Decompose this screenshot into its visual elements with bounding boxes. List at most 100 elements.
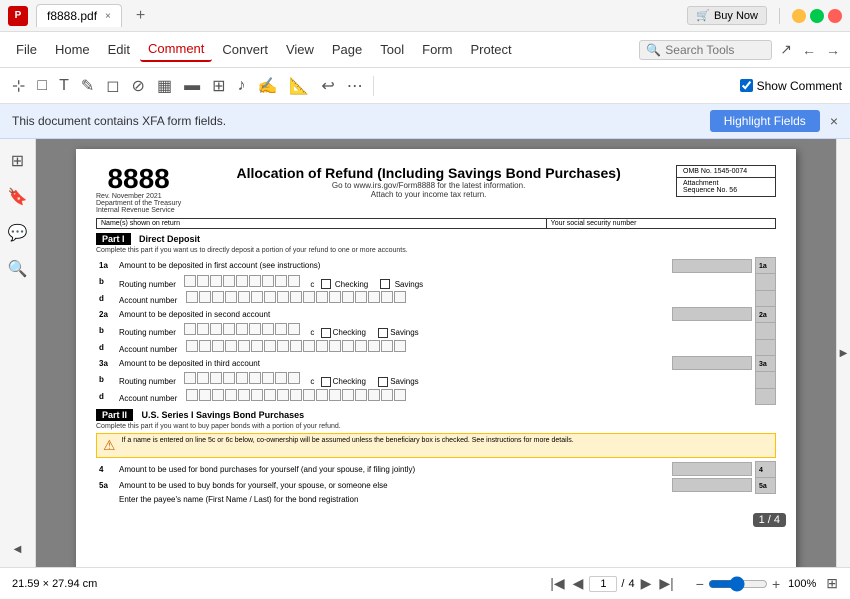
menu-tool[interactable]: Tool [372,38,412,61]
row-1b: b Routing number c Checking [96,274,776,291]
zoom-out-button[interactable]: − [696,576,704,592]
highlight-fields-button[interactable]: Highlight Fields [710,110,820,132]
bookmarks-icon[interactable]: 🔖 [4,183,32,211]
text-icon[interactable]: T [55,75,73,97]
right-panel: ▶ [836,139,850,567]
part2-desc: Complete this part if you want to buy pa… [96,423,776,430]
pdf-page: 8888 Rev. November 2021 Department of th… [76,149,796,567]
doc-size: 21.59 × 27.94 cm [12,578,97,590]
stamp-icon[interactable]: □ [33,75,51,97]
zoom-in-button[interactable]: + [772,576,780,592]
window-close-button[interactable] [828,9,842,23]
menu-protect[interactable]: Protect [462,38,519,61]
part2-header-row: Part II U.S. Series I Savings Bond Purch… [96,409,776,421]
account-label: Account number [119,296,177,305]
account-boxes [186,291,406,303]
erase-icon[interactable]: ⊘ [128,74,149,98]
row-3b: b Routing number c Checking Savings [96,371,776,388]
part1-desc: Complete this part if you want us to dir… [96,247,776,254]
external-link-icon[interactable]: ↗ [778,39,794,60]
menu-view[interactable]: View [278,38,322,61]
checking-checkbox[interactable] [321,279,331,289]
zoom-control: − + 100% ⊞ [696,575,838,592]
shape-icon[interactable]: ◻ [102,74,123,98]
reply-icon[interactable]: ↩ [317,74,338,98]
menu-form[interactable]: Form [414,38,460,61]
note-icon[interactable]: ▬ [180,75,204,97]
label-1a: 1a [756,258,776,274]
routing-boxes [184,275,300,287]
maximize-button[interactable] [810,9,824,23]
show-comment-checkbox-container[interactable]: Show Comment [740,79,842,93]
close-tab-button[interactable]: × [105,11,111,22]
row-2a-text: Amount to be deposited in second account [119,310,270,319]
minimize-button[interactable] [792,9,806,23]
first-page-button[interactable]: |◀ [548,573,566,594]
attachment-icon[interactable]: ⊞ [208,74,229,98]
nav-back-icon[interactable]: ← [800,40,818,60]
row-4-text: Amount to be used for bond purchases for… [119,465,415,474]
savings-checkbox[interactable] [380,279,390,289]
next-page-button[interactable]: ▶ [639,573,654,594]
warning-icon: ⚠ [103,437,116,454]
menu-comment[interactable]: Comment [140,37,212,62]
name-ssn-row: Name(s) shown on return Your social secu… [96,218,776,229]
pdf-title: Allocation of Refund (Including Savings … [191,165,666,181]
file-tab[interactable]: f8888.pdf × [36,4,122,27]
row-5b: Enter the payee's name (First Name / Las… [96,493,776,505]
xfa-close-button[interactable]: × [830,113,838,129]
row-d1-label: d [99,294,104,303]
comments-icon[interactable]: 💬 [4,219,32,247]
show-comment-label: Show Comment [757,79,842,93]
warning-box: ⚠ If a name is entered on line 5c or 6c … [96,433,776,458]
search-box[interactable]: 🔍 [639,40,772,60]
text-box-icon[interactable]: ▦ [153,74,176,98]
search-input[interactable] [665,43,765,57]
prev-page-button[interactable]: ◀ [571,573,586,594]
menu-convert[interactable]: Convert [214,38,276,61]
checking-checkbox-3[interactable] [321,377,331,387]
part1-label: Part I [96,233,131,245]
nav-forward-icon[interactable]: → [824,40,842,60]
expand-right-icon[interactable]: ▶ [840,348,848,359]
audio-icon[interactable]: ♪ [233,75,249,97]
form-dept: Department of the Treasury [96,200,181,207]
checking-checkbox-2[interactable] [321,328,331,338]
xfa-banner: This document contains XFA form fields. … [0,104,850,139]
menu-edit[interactable]: Edit [100,38,138,61]
omb-number: OMB No. 1545-0074 [676,165,776,178]
select-icon[interactable]: ⊹ [8,74,29,98]
page-number-input[interactable] [589,576,617,592]
menu-home[interactable]: Home [47,38,98,61]
form-irs: Internal Revenue Service [96,207,181,214]
row-3a: 3a Amount to be deposited in third accou… [96,355,776,371]
last-page-button[interactable]: ▶| [657,573,675,594]
measure-icon[interactable]: 📐 [285,74,313,98]
show-comment-checkbox[interactable] [740,79,753,92]
form-rev: Rev. November 2021 [96,193,181,200]
row-3d: d Account number [96,388,776,404]
warning-text: If a name is entered on line 5c or 6c be… [122,437,574,444]
savings-checkbox-2[interactable] [378,328,388,338]
routing-field [184,280,302,289]
page-badge: 1 / 4 [753,513,786,527]
menu-file[interactable]: File [8,38,45,61]
part2-rows: 4 Amount to be used for bond purchases f… [96,461,776,505]
row-4-label: 4 [99,465,103,474]
field-4 [672,462,752,476]
part1-title: Direct Deposit [139,234,200,244]
more-icon[interactable]: ⋯ [343,74,367,98]
search-panel-icon[interactable]: 🔍 [4,255,32,283]
new-tab-button[interactable]: + [130,7,151,25]
signature-icon[interactable]: ✍ [253,74,281,98]
savings-checkbox-3[interactable] [378,377,388,387]
highlight-icon[interactable]: ✎ [77,74,98,98]
buy-now-button[interactable]: 🛒 Buy Now [687,6,767,25]
pages-icon[interactable]: ⊞ [7,147,28,175]
row-1a-text: Amount to be deposited in first account … [119,261,320,270]
name-label: Name(s) shown on return [97,219,547,228]
zoom-slider[interactable] [708,576,768,592]
collapse-panel-icon[interactable]: ◀ [10,540,26,559]
menu-page[interactable]: Page [324,38,370,61]
fit-page-button[interactable]: ⊞ [826,575,838,592]
